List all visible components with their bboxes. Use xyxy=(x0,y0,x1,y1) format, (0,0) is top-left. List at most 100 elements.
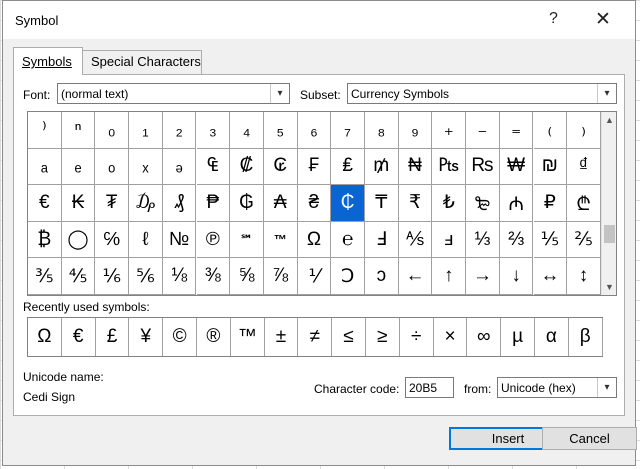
symbol-cell[interactable]: ⅚ xyxy=(129,258,163,295)
symbol-cell[interactable]: ₥ xyxy=(365,148,399,186)
scroll-down-icon[interactable]: ▼ xyxy=(602,282,616,292)
symbol-cell[interactable]: ₱ xyxy=(196,185,231,222)
symbol-cell[interactable]: ₁ xyxy=(129,112,163,149)
symbol-cell[interactable]: ⅝ xyxy=(230,258,264,295)
symbol-cell[interactable]: ₔ xyxy=(162,148,197,186)
symbol-cell[interactable]: ₨ xyxy=(466,148,500,186)
symbol-cell[interactable]: ⅜ xyxy=(196,258,231,295)
symbol-cell[interactable]: ₀ xyxy=(95,112,130,149)
symbol-cell[interactable]: ₎ xyxy=(567,112,601,149)
symbol-cell[interactable]: Ⅎ xyxy=(365,221,399,259)
symbol-cell[interactable]: ₓ xyxy=(129,148,163,186)
symbol-cell[interactable]: ₵ xyxy=(331,185,365,222)
symbol-cell[interactable]: ₑ xyxy=(61,148,96,186)
symbol-cell[interactable]: ₮ xyxy=(95,185,130,222)
symbol-cell[interactable]: ⁿ xyxy=(61,112,96,149)
font-dropdown[interactable]: (normal text) ▾ xyxy=(57,83,290,104)
symbol-cell[interactable]: ₆ xyxy=(297,112,332,149)
symbol-cell[interactable]: ₴ xyxy=(297,185,332,222)
symbol-cell[interactable]: ⅘ xyxy=(61,258,96,295)
chevron-down-icon[interactable]: ▾ xyxy=(270,84,289,103)
cancel-button[interactable]: Cancel xyxy=(542,427,637,450)
symbol-cell[interactable]: ⅍ xyxy=(398,221,433,259)
symbol-cell[interactable]: ⅙ xyxy=(95,258,130,295)
symbol-cell[interactable]: ℅ xyxy=(95,221,130,259)
symbol-cell[interactable]: ₂ xyxy=(162,112,197,149)
character-code-input[interactable]: 20B5 xyxy=(405,377,454,398)
symbol-cell[interactable]: ← xyxy=(398,258,433,295)
help-icon[interactable]: ? xyxy=(549,10,558,28)
symbol-cell[interactable]: ₄ xyxy=(230,112,264,149)
recent-symbol-cell[interactable]: × xyxy=(434,318,468,356)
symbol-cell[interactable]: ₯ xyxy=(129,185,163,222)
recent-symbol-cell[interactable]: ∞ xyxy=(467,318,502,356)
symbol-cell[interactable]: ⅛ xyxy=(162,258,197,295)
symbol-cell[interactable]: ™ xyxy=(263,221,298,259)
recent-symbol-cell[interactable]: ÷ xyxy=(400,318,434,356)
symbol-cell[interactable]: ℠ xyxy=(230,221,264,259)
symbol-cell[interactable]: ₡ xyxy=(230,148,264,186)
symbol-cell[interactable]: ↄ xyxy=(365,258,399,295)
symbol-cell[interactable]: ₍ xyxy=(533,112,568,149)
symbol-cell[interactable]: ₳ xyxy=(263,185,298,222)
symbol-cell[interactable]: ₽ xyxy=(533,185,568,222)
symbol-cell[interactable]: Ↄ xyxy=(331,258,365,295)
symbol-cell[interactable]: ↓ xyxy=(499,258,534,295)
symbol-cell[interactable]: ₇ xyxy=(331,112,365,149)
recent-symbol-cell[interactable]: ™ xyxy=(231,318,265,356)
symbol-cell[interactable]: ₰ xyxy=(162,185,197,222)
recent-symbol-cell[interactable]: Ω xyxy=(28,318,62,356)
symbol-cell[interactable]: € xyxy=(28,185,62,222)
symbol-cell[interactable]: ₤ xyxy=(331,148,365,186)
recent-symbol-cell[interactable]: ≥ xyxy=(366,318,400,356)
recent-symbol-cell[interactable]: µ xyxy=(501,318,535,356)
tab-special-characters[interactable]: Special Characters xyxy=(82,50,202,74)
recent-symbol-cell[interactable]: ® xyxy=(197,318,231,356)
symbol-cell[interactable]: ℗ xyxy=(196,221,231,259)
symbol-cell[interactable]: ◯ xyxy=(61,221,96,259)
subset-dropdown[interactable]: Currency Symbols ▾ xyxy=(347,83,617,104)
symbol-cell[interactable]: ₅ xyxy=(263,112,298,149)
symbol-cell[interactable]: № xyxy=(162,221,197,259)
symbol-cell[interactable]: ₭ xyxy=(61,185,96,222)
symbol-cell[interactable]: → xyxy=(466,258,500,295)
recent-symbol-cell[interactable]: ¥ xyxy=(129,318,164,356)
symbol-cell[interactable]: ₉ xyxy=(398,112,433,149)
symbol-cell[interactable]: Ω xyxy=(297,221,332,259)
recent-symbol-cell[interactable]: α xyxy=(535,318,569,356)
chevron-down-icon[interactable]: ▾ xyxy=(597,84,616,103)
symbol-cell[interactable]: ℮ xyxy=(331,221,365,259)
scroll-up-icon[interactable]: ▲ xyxy=(602,115,616,125)
tab-symbols[interactable]: Symbols xyxy=(13,47,83,75)
symbol-cell[interactable]: ₌ xyxy=(499,112,534,149)
recent-symbol-cell[interactable]: ≤ xyxy=(332,318,366,356)
symbol-cell[interactable]: ↑ xyxy=(432,258,467,295)
symbol-cell[interactable]: ℓ xyxy=(129,221,163,259)
symbol-cell[interactable]: ₼ xyxy=(499,185,534,222)
symbol-cell[interactable]: ₦ xyxy=(398,148,433,186)
symbol-cell[interactable]: ₠ xyxy=(196,148,231,186)
symbol-cell[interactable]: ₢ xyxy=(263,148,298,186)
symbol-cell[interactable]: ⁾ xyxy=(28,112,62,149)
symbol-cell[interactable]: ₻ xyxy=(466,185,500,222)
symbol-cell[interactable]: ₃ xyxy=(196,112,231,149)
symbol-cell[interactable]: ⅞ xyxy=(263,258,298,295)
recent-symbol-cell[interactable]: ± xyxy=(265,318,299,356)
symbol-cell[interactable]: ⅖ xyxy=(567,221,601,259)
recent-symbol-cell[interactable]: € xyxy=(62,318,96,356)
symbol-cell[interactable]: ⅕ xyxy=(533,221,568,259)
symbol-cell[interactable]: ₾ xyxy=(567,185,601,222)
close-icon[interactable]: ✕ xyxy=(595,8,611,31)
symbol-cell[interactable]: ₪ xyxy=(533,148,568,186)
symbol-cell[interactable]: ₩ xyxy=(499,148,534,186)
symbol-cell[interactable]: ₊ xyxy=(432,112,467,149)
recent-symbol-cell[interactable]: £ xyxy=(96,318,130,356)
recent-symbol-cell[interactable]: β xyxy=(569,318,603,356)
from-dropdown[interactable]: Unicode (hex) ▾ xyxy=(497,377,617,398)
symbol-cell[interactable]: ₸ xyxy=(365,185,399,222)
symbol-cell[interactable]: ₺ xyxy=(432,185,467,222)
symbol-cell[interactable]: ₧ xyxy=(432,148,467,186)
symbol-cell[interactable]: ₫ xyxy=(567,148,601,186)
symbol-cell[interactable]: ↕ xyxy=(567,258,601,295)
symbol-grid-scrollbar[interactable]: ▲ ▼ xyxy=(601,112,616,295)
